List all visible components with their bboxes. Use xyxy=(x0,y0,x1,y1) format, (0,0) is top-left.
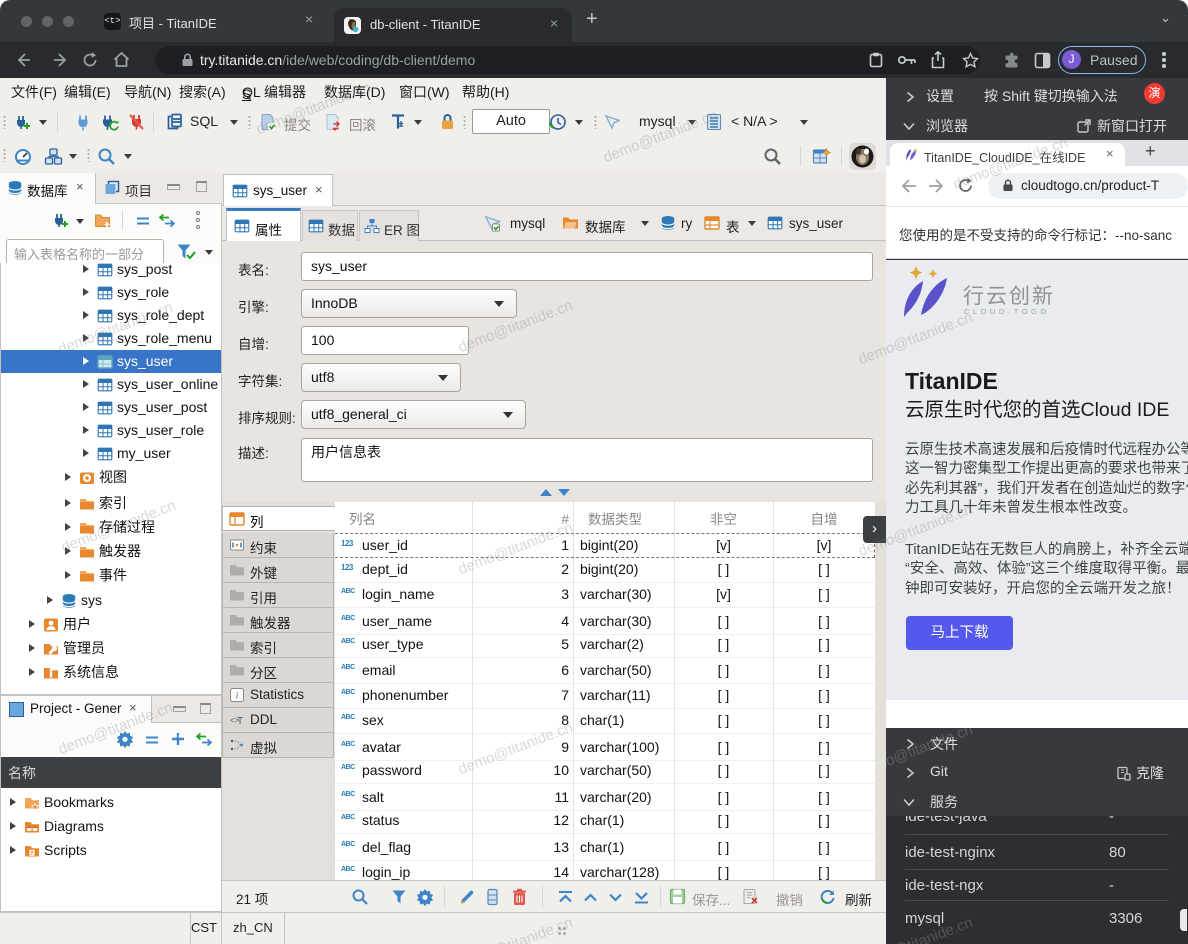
svg-text:T: T xyxy=(237,716,243,727)
